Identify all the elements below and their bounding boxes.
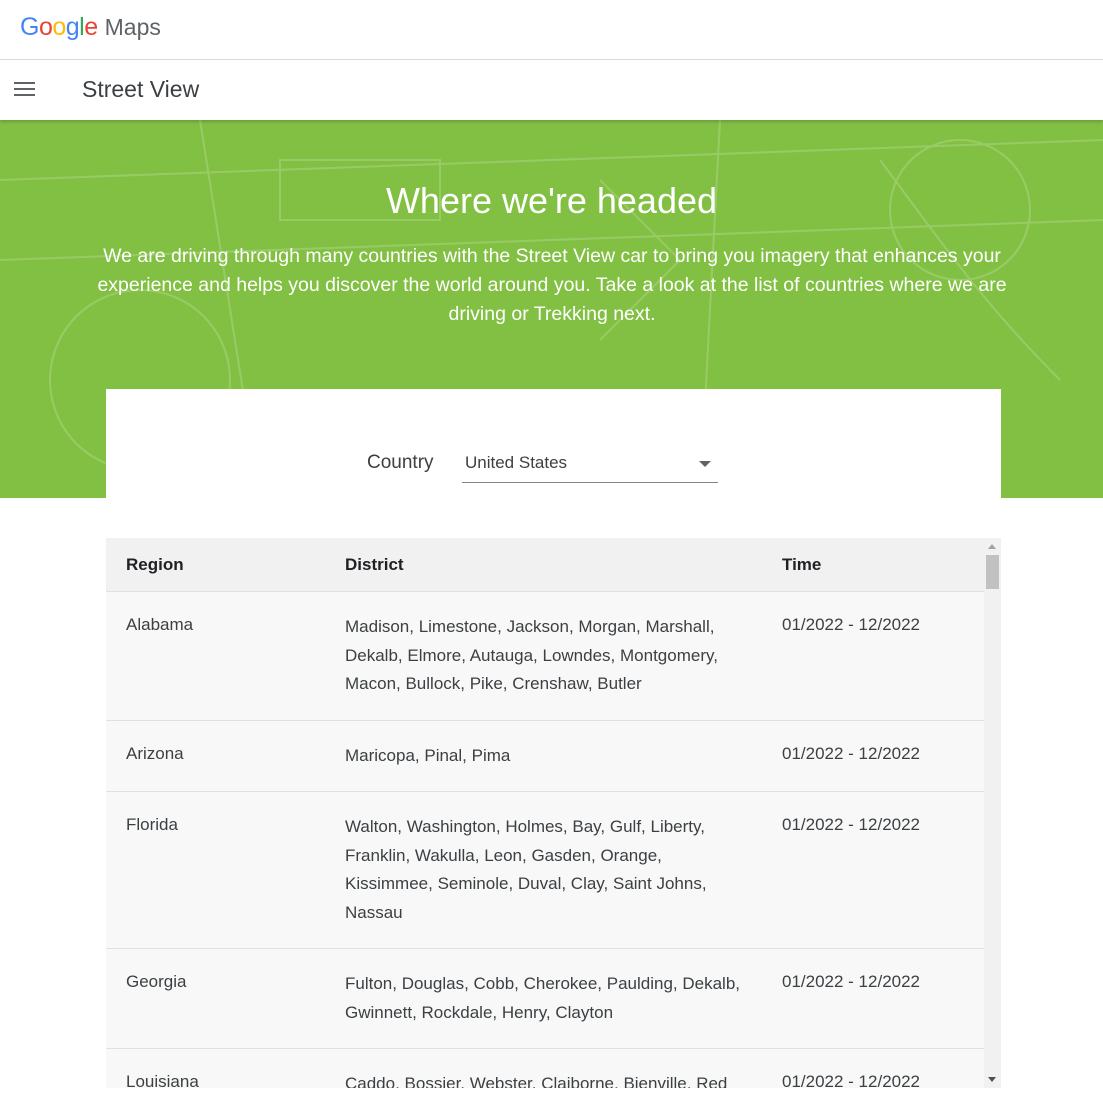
schedule-table: Region District Time Alabama Madison, Li… <box>106 538 1001 1088</box>
cell-time: 01/2022 - 12/2022 <box>782 615 921 634</box>
logo-letter: g <box>65 13 80 41</box>
logo-letter: e <box>84 13 98 41</box>
scroll-thumb[interactable] <box>986 555 999 589</box>
cell-region: Florida <box>126 815 178 834</box>
cell-region: Georgia <box>126 972 187 991</box>
cell-region: Arizona <box>126 743 184 763</box>
cell-region: Alabama <box>126 615 194 634</box>
header-region: Region <box>126 555 184 574</box>
table-header: Region District Time <box>106 538 984 592</box>
hamburger-menu-icon[interactable] <box>14 79 36 101</box>
cell-district: Walton, Washington, Holmes, Bay, Gulf, L… <box>345 817 707 922</box>
caret-down-icon <box>699 461 711 467</box>
table-row: Louisiana Caddo, Bossier, Webster, Claib… <box>106 1049 984 1088</box>
hero-title: Where we're headed <box>385 180 718 221</box>
logo-letter: o <box>38 13 53 41</box>
nav-bar: Street View <box>0 60 1103 120</box>
logo-letter: G <box>20 13 39 41</box>
cell-district: Maricopa, Pinal, Pima <box>345 745 511 765</box>
page-title: Street View <box>82 76 200 102</box>
cell-time: 01/2022 - 12/2022 <box>782 815 921 834</box>
hero-description: We are driving through many countries wi… <box>97 245 1007 325</box>
scroll-down-arrow-icon[interactable] <box>988 1077 996 1082</box>
scroll-up-arrow-icon[interactable] <box>988 544 996 549</box>
cell-time: 01/2022 - 12/2022 <box>782 743 921 763</box>
cell-district: Caddo, Bossier, Webster, Claiborne, Bien… <box>345 1074 728 1088</box>
cell-region: Louisiana <box>126 1072 199 1088</box>
logo-letter: o <box>52 13 66 41</box>
table-content: Region District Time Alabama Madison, Li… <box>106 538 984 1088</box>
cell-time: 01/2022 - 12/2022 <box>782 972 921 991</box>
cell-district: Madison, Limestone, Jackson, Morgan, Mar… <box>345 617 718 693</box>
table-row: Alabama Madison, Limestone, Jackson, Mor… <box>106 592 984 721</box>
cell-district: Fulton, Douglas, Cobb, Cherokee, Pauldin… <box>345 974 741 1022</box>
header-district: District <box>345 555 404 574</box>
logo-product-name: Maps <box>104 14 161 40</box>
country-label: Country <box>367 452 434 473</box>
table-row: Florida Walton, Washington, Holmes, Bay,… <box>106 792 984 949</box>
table-scrollbar[interactable] <box>984 538 1001 1088</box>
header-time: Time <box>782 555 822 574</box>
country-filter-card: Country United States <box>106 389 1001 499</box>
top-bar: Google Maps <box>0 0 1103 60</box>
table-row: Arizona Maricopa, Pinal, Pima 01/2022 - … <box>106 720 984 792</box>
country-select[interactable]: United States <box>462 445 718 483</box>
table-row: Georgia Fulton, Douglas, Cobb, Cherokee,… <box>106 949 984 1049</box>
google-maps-logo[interactable]: Google Maps <box>20 13 161 42</box>
country-select-value: United States <box>465 453 568 472</box>
cell-time: 01/2022 - 12/2022 <box>782 1072 921 1088</box>
